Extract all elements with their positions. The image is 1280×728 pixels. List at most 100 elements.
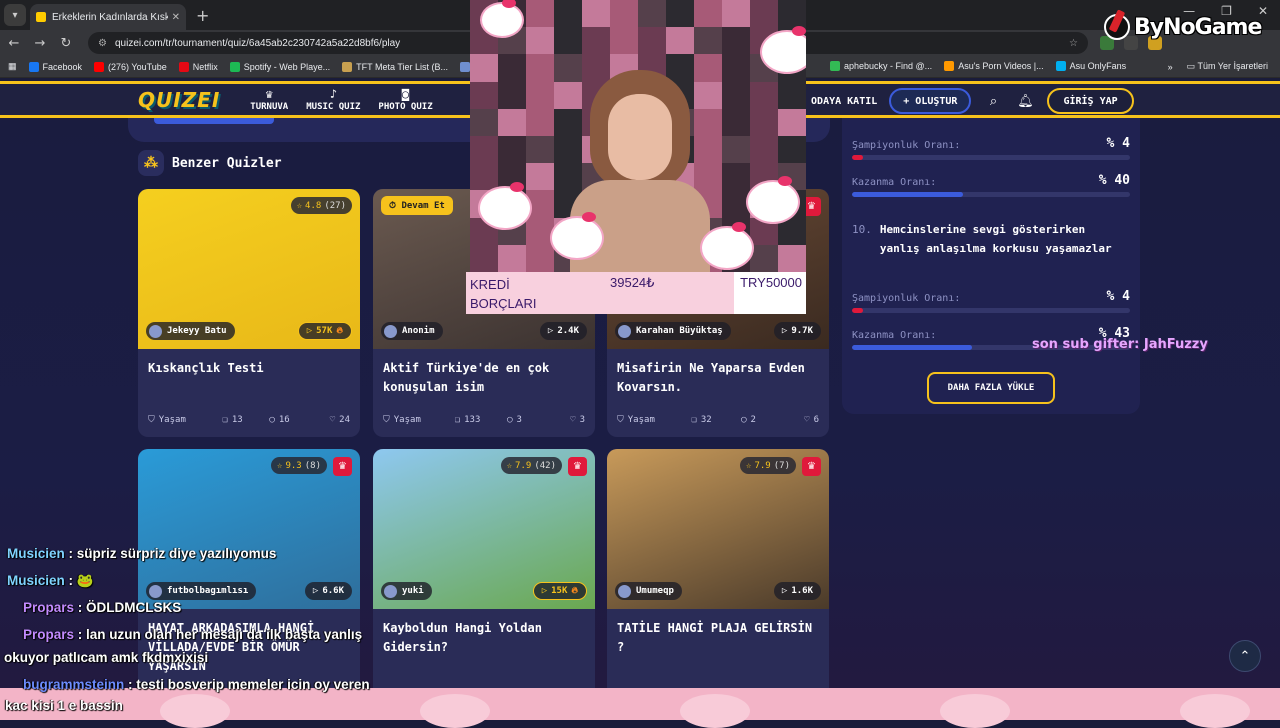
author-chip[interactable]: futbolbagımlısı bbox=[146, 582, 257, 600]
bookmark[interactable]: Asu's Porn Videos |... bbox=[944, 61, 1044, 71]
chat-text: okuyor patlıcam amk fkdmxixisi bbox=[4, 650, 209, 665]
bell-icon[interactable]: 🔔︎ bbox=[1015, 94, 1035, 109]
browser-tab[interactable]: Erkeklerin Kadınlarda Kıskandığ ✕ bbox=[30, 4, 186, 30]
load-more-button[interactable]: DAHA FAZLA YÜKLE bbox=[927, 372, 1055, 404]
quiz-title[interactable]: TATİLE HANGİ PLAJA GELİRSİN ? bbox=[607, 609, 829, 665]
chat-username[interactable]: Propars bbox=[23, 627, 74, 642]
quiz-thumbnail[interactable]: ☆ 4.8 (27) Jekeyy Batu ▷ 57K 🔥︎ bbox=[138, 189, 360, 349]
quiz-thumbnail[interactable]: ☆ 7.9 (7) ♛ Umumeqp ▷ 1.6K bbox=[607, 449, 829, 609]
bookmark-favicon bbox=[944, 61, 955, 71]
new-tab-icon[interactable]: + bbox=[196, 6, 209, 25]
panel-button-edge[interactable] bbox=[154, 118, 274, 124]
bookmark-label: Facebook bbox=[42, 61, 83, 72]
forward-icon[interactable]: → bbox=[28, 36, 52, 51]
question-count: ❏ 13 bbox=[209, 415, 256, 425]
bookmark[interactable]: aphebucky - Find @... bbox=[830, 61, 932, 71]
bookmark-star-icon[interactable]: ☆ bbox=[1069, 38, 1078, 49]
chat-username[interactable]: Musicien bbox=[7, 546, 65, 561]
hello-kitty-sticker bbox=[760, 26, 806, 74]
quiz-thumbnail[interactable]: ☆ 7.9 (42) ♛ yuki ▷ 15K 🔥︎ bbox=[373, 449, 595, 609]
quiz-title[interactable]: Kayboldun Hangi Yoldan Gidersin? bbox=[373, 609, 595, 665]
author-chip[interactable]: Karahan Büyüktaş bbox=[615, 322, 731, 340]
join-room-button[interactable]: ⇥ODAYA KATIL bbox=[800, 96, 877, 107]
back-icon[interactable]: ← bbox=[2, 36, 26, 51]
chat-username[interactable]: bugrammsteinn bbox=[23, 677, 124, 692]
hello-kitty-sticker bbox=[700, 222, 754, 270]
bookmark[interactable]: Facebook bbox=[28, 61, 83, 72]
avatar bbox=[149, 584, 162, 598]
chat-message: Propars : lan uzun olan her mesajı da il… bbox=[23, 627, 362, 642]
bookmark[interactable]: Spotify - Web Playe... bbox=[229, 61, 331, 72]
star-icon: ☆ bbox=[296, 200, 303, 211]
rating-value: 9.3 bbox=[285, 460, 302, 471]
bookmark[interactable]: TFT Meta Tier List (B... bbox=[342, 61, 449, 72]
bookmark-label: Asu's Porn Videos |... bbox=[958, 61, 1044, 71]
author-chip[interactable]: Anonim bbox=[381, 322, 443, 340]
category: ⛉ Yaşam bbox=[383, 415, 444, 425]
more-bookmarks-icon[interactable]: » bbox=[1168, 62, 1173, 72]
champ-rate-10: Şampiyonluk Oranı: % 4 bbox=[852, 289, 1130, 304]
search-icon[interactable]: ⌕ bbox=[983, 94, 1003, 109]
quiz-title[interactable]: Kıskançlık Testi bbox=[138, 349, 360, 405]
comment-count-value: 3 bbox=[516, 415, 522, 425]
site-info-icon[interactable]: ⚙ bbox=[98, 38, 107, 49]
quiz-card[interactable]: ☆ 9.3 (8) ♛ futbolbagımlısı ▷ 6.6K HAYAT ARKADA… bbox=[138, 449, 360, 709]
trophy-icon: ♛ bbox=[265, 86, 273, 101]
play-count-value: 1.6K bbox=[791, 586, 813, 596]
quiz-card[interactable]: ☆ 7.9 (7) ♛ Umumeqp ▷ 1.6K TATİLE HANGİ PLAJA G… bbox=[607, 449, 829, 709]
category: ⛉ Yaşam bbox=[617, 415, 678, 425]
watermark-text: ByNoGame bbox=[1134, 14, 1262, 40]
author-chip[interactable]: Umumeqp bbox=[615, 582, 682, 600]
results-panel: Şampiyonluk Oranı: % 4 Kazanma Oranı: % 40… bbox=[842, 118, 1140, 414]
category: ⛉ Yaşam bbox=[148, 415, 209, 425]
quiz-meta: ⛉ Yaşam ❏ 32 ◯ 2 ♡ 6 bbox=[617, 415, 819, 425]
reload-icon[interactable]: ↻ bbox=[54, 36, 78, 51]
chat-username[interactable]: Propars bbox=[23, 600, 74, 615]
similar-icon: ⁂ bbox=[138, 150, 164, 176]
bookmark-favicon bbox=[342, 61, 353, 72]
create-button[interactable]: + OLUŞTUR bbox=[889, 88, 972, 114]
author-chip[interactable]: Jekeyy Batu bbox=[146, 322, 235, 340]
champ-rate-bar bbox=[852, 308, 1130, 313]
all-bookmarks[interactable]: ▭ Tüm Yer İşaretleri bbox=[1187, 61, 1268, 72]
comment-icon: ◯ bbox=[507, 415, 513, 425]
channel-watermark: ByNoGame bbox=[1104, 14, 1262, 40]
bookmark[interactable]: Asu OnlyFans bbox=[1055, 61, 1127, 71]
bookmark-label: Asu OnlyFans bbox=[1069, 61, 1127, 71]
author-chip[interactable]: yuki bbox=[381, 582, 432, 600]
comment-count: ◯ 3 bbox=[491, 415, 538, 425]
bookmark-label: Spotify - Web Playe... bbox=[243, 61, 331, 72]
quiz-card[interactable]: ☆ 4.8 (27) Jekeyy Batu ▷ 57K 🔥︎ Kıskançlık Test… bbox=[138, 189, 360, 437]
quiz-thumbnail[interactable]: ☆ 9.3 (8) ♛ futbolbagımlısı ▷ 6.6K bbox=[138, 449, 360, 609]
bookmark[interactable]: Netflix bbox=[178, 61, 218, 72]
nav-turnuva[interactable]: ♛ TURNUVA bbox=[250, 88, 288, 112]
hello-kitty-sticker bbox=[550, 212, 604, 260]
play-count-value: 6.6K bbox=[322, 586, 344, 596]
bookmark[interactable]: (276) YouTube bbox=[94, 61, 167, 72]
login-button[interactable]: GİRİŞ YAP bbox=[1047, 88, 1134, 114]
tab-search-icon[interactable]: ▾ bbox=[4, 4, 26, 26]
close-tab-icon[interactable]: ✕ bbox=[172, 12, 180, 23]
chat-text: : 🐸 bbox=[64, 573, 94, 588]
bookmark-favicon bbox=[94, 61, 105, 72]
play-icon: ▷ bbox=[547, 326, 554, 336]
sub-gifter-text: son sub gifter: JahFuzzy bbox=[1032, 337, 1208, 352]
nav-photo-quiz[interactable]: ◙ PHOTO QUIZ bbox=[378, 88, 432, 112]
quiz-card[interactable]: ☆ 7.9 (42) ♛ yuki ▷ 15K 🔥︎ Kayboldun Hangi Yolda… bbox=[373, 449, 595, 709]
bookmark-label: TFT Meta Tier List (B... bbox=[356, 61, 449, 72]
quiz-title[interactable]: Misafirin Ne Yaparsa Evden Kovarsın. bbox=[607, 349, 829, 405]
chat-text: : ÖDLDMCLSKS bbox=[74, 600, 182, 615]
author-name: futbolbagımlısı bbox=[167, 586, 249, 596]
quiz-title[interactable]: Aktif Türkiye'de en çok konuşulan isim bbox=[373, 349, 595, 405]
quizei-logo[interactable]: QUIZEI bbox=[138, 88, 220, 112]
continue-badge[interactable]: ⏱ Devam Et bbox=[381, 196, 453, 215]
questions-icon: ❏ bbox=[691, 415, 697, 425]
heart-icon: ♡ bbox=[804, 415, 810, 425]
question-count-value: 133 bbox=[464, 415, 481, 425]
chat-text: : testi bosverip memeler icin oy veren bbox=[124, 677, 370, 692]
bookmark-favicon bbox=[830, 61, 840, 71]
nav-music-quiz[interactable]: ♪ MUSIC QUIZ bbox=[306, 88, 360, 112]
apps-icon[interactable]: ▦ bbox=[8, 61, 17, 72]
scroll-to-top-button[interactable]: ⌃ bbox=[1229, 640, 1261, 672]
chat-username[interactable]: Musicien bbox=[7, 573, 65, 588]
